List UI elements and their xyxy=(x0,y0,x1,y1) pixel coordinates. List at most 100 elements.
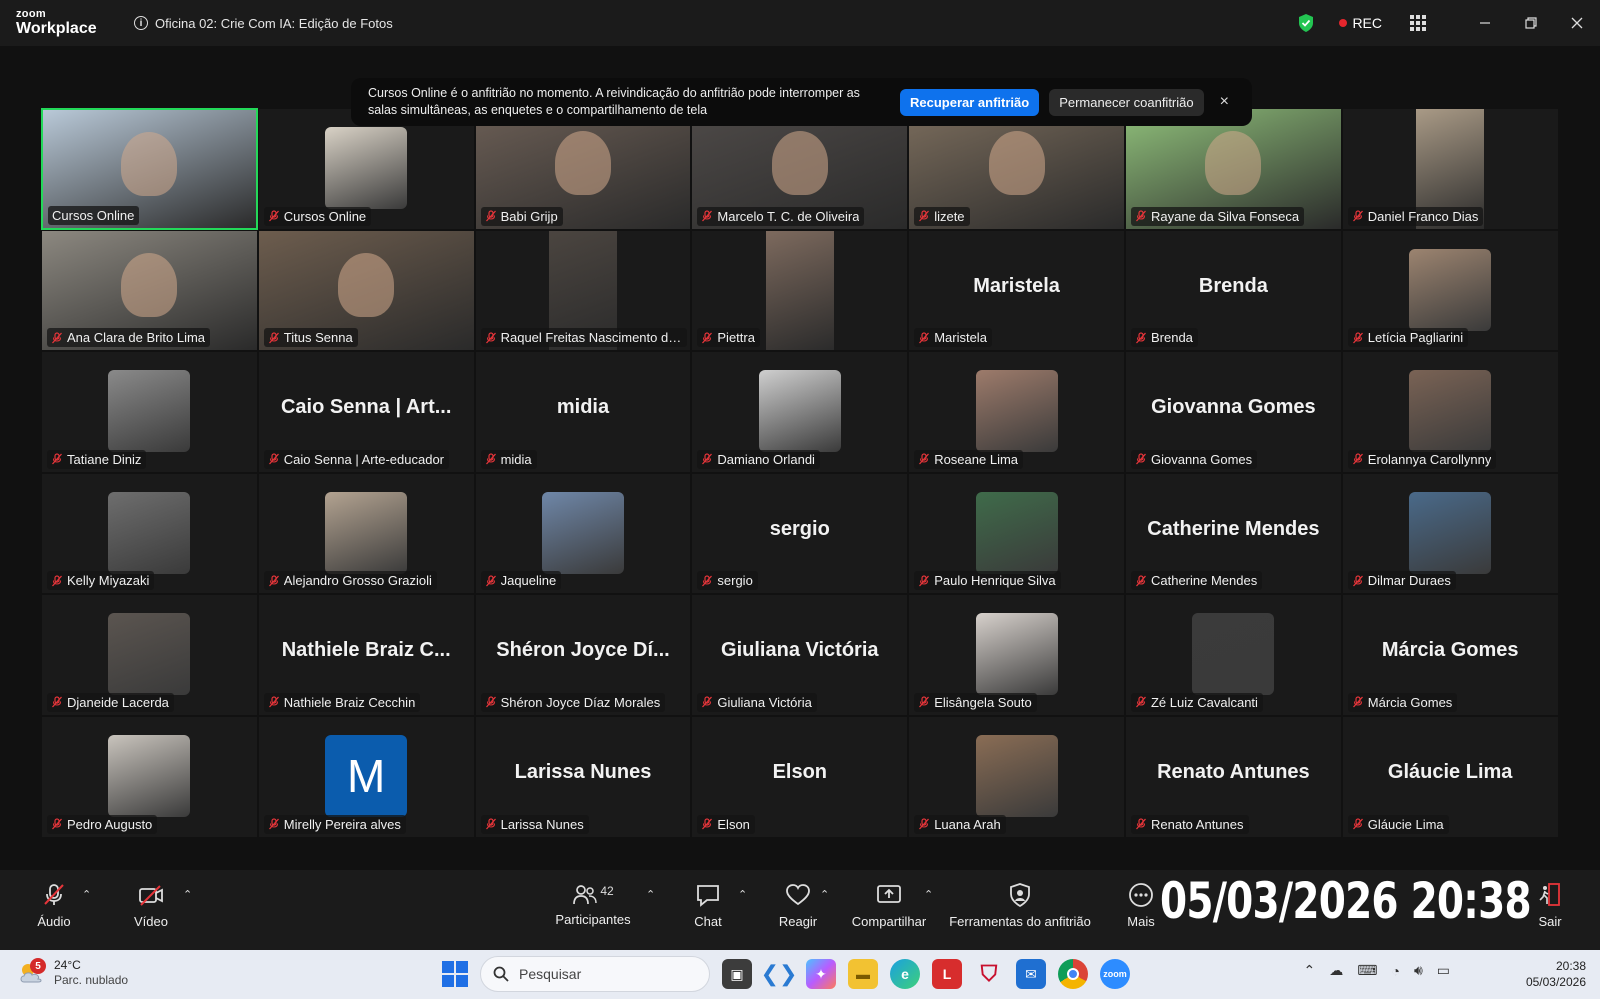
leave-button[interactable]: Sair xyxy=(1532,870,1568,950)
participant-tile[interactable]: Nathiele Braiz C... Nathiele Braiz Cecchi… xyxy=(257,594,475,716)
audio-button[interactable]: Áudio xyxy=(34,870,74,950)
participant-tile[interactable]: Rayane da Silva Fonseca xyxy=(1124,108,1342,230)
apps-grid-icon[interactable] xyxy=(1410,15,1426,31)
participant-tile[interactable]: Catherine Mendes Catherine Mendes xyxy=(1124,472,1342,595)
share-options-chevron-icon[interactable]: ⌃ xyxy=(924,888,933,901)
participant-tile[interactable]: Roseane Lima xyxy=(908,351,1125,473)
react-options-chevron-icon[interactable]: ⌃ xyxy=(820,888,829,901)
participant-tile[interactable]: Titus Senna xyxy=(257,229,475,352)
participant-tile[interactable]: Gláucie Lima Gláucie Lima xyxy=(1341,715,1559,838)
participants-options-chevron-icon[interactable]: ⌃ xyxy=(646,888,655,901)
outlook-icon[interactable]: ✉ xyxy=(1016,959,1046,989)
close-window-button[interactable] xyxy=(1554,0,1600,46)
encryption-shield-icon[interactable] xyxy=(1297,13,1315,33)
participant-tile[interactable]: Maristela Maristela xyxy=(908,229,1125,352)
participant-tile[interactable]: Pedro Augusto xyxy=(41,715,258,838)
participant-tile[interactable]: Giuliana Victória Giuliana Victória xyxy=(691,594,909,716)
mcafee-shield-icon[interactable]: ⛉ xyxy=(974,959,1004,989)
volume-icon[interactable]: 🔊︎ xyxy=(1414,962,1423,979)
participant-name-label: midia xyxy=(480,449,537,469)
wifi-icon[interactable]: ◔ xyxy=(1391,963,1399,979)
language-icon[interactable]: ⌨ xyxy=(1357,962,1377,979)
muted-microphone-icon xyxy=(1136,818,1146,830)
participant-tile[interactable]: lizete xyxy=(908,108,1125,230)
tray-overflow-chevron-icon[interactable]: ⌃ xyxy=(1304,962,1316,979)
more-button[interactable]: Mais xyxy=(1122,870,1160,950)
participant-tile[interactable]: Dilmar Duraes xyxy=(1341,472,1559,595)
participant-tile[interactable]: Tatiane Diniz xyxy=(41,351,258,473)
participant-name: Giuliana Victória xyxy=(717,694,812,710)
participant-tile[interactable]: Elisângela Souto xyxy=(908,594,1125,716)
participant-tile[interactable]: Luana Arah xyxy=(908,715,1125,838)
restore-button[interactable] xyxy=(1508,0,1554,46)
weather-widget[interactable]: 5 24°C Parc. nublado xyxy=(18,958,128,988)
participant-tile[interactable]: sergio sergio xyxy=(691,472,909,595)
participant-tile[interactable]: Brenda Brenda xyxy=(1124,229,1342,352)
participant-tile[interactable]: Caio Senna | Art... Caio Senna | Arte-edu… xyxy=(257,351,475,473)
participant-tile[interactable]: Renato Antunes Renato Antunes xyxy=(1124,715,1342,838)
participant-tile[interactable]: Márcia Gomes Márcia Gomes xyxy=(1341,594,1559,716)
participant-tile[interactable]: Marcelo T. C. de Oliveira xyxy=(691,108,909,230)
chat-options-chevron-icon[interactable]: ⌃ xyxy=(738,888,747,901)
muted-microphone-icon xyxy=(52,818,62,830)
vscode-icon[interactable]: ❮❯ xyxy=(761,959,798,989)
participant-name-label: Luana Arah xyxy=(914,814,1006,834)
participant-tile[interactable]: M Mirelly Pereira alves xyxy=(257,715,475,838)
participant-tile[interactable]: midia midia xyxy=(474,351,692,473)
participant-avatar xyxy=(975,734,1058,817)
meeting-info-button[interactable]: i Oficina 02: Crie Com IA: Edição de Fot… xyxy=(134,16,393,31)
lightshot-icon[interactable]: L xyxy=(932,959,962,989)
participant-name: Márcia Gomes xyxy=(1367,694,1453,710)
stay-cohost-button[interactable]: Permanecer coanfitrião xyxy=(1049,88,1204,116)
onedrive-cloud-icon[interactable]: ☁ xyxy=(1329,962,1343,979)
participant-tile[interactable]: Paulo Henrique Silva xyxy=(908,472,1125,595)
participant-tile[interactable]: Babi Grijp xyxy=(474,108,692,230)
participant-tile[interactable]: Shéron Joyce Dí... Shéron Joyce Díaz Mora… xyxy=(474,594,692,716)
video-options-chevron-icon[interactable]: ⌃ xyxy=(183,888,192,901)
chrome-icon[interactable] xyxy=(1058,959,1088,989)
taskbar-clock[interactable]: 20:38 05/03/2026 xyxy=(1526,958,1586,990)
participant-tile[interactable]: Jaqueline xyxy=(474,472,692,595)
participant-name-label: Renato Antunes xyxy=(1130,814,1249,834)
host-tools-button[interactable]: Ferramentas do anfitrião xyxy=(948,870,1092,950)
windows-start-icon[interactable] xyxy=(442,961,468,987)
participant-avatar xyxy=(108,370,191,453)
participant-tile[interactable]: Alejandro Grosso Grazioli xyxy=(257,472,475,595)
participant-tile[interactable]: Giovanna Gomes Giovanna Gomes xyxy=(1124,351,1342,473)
participant-tile[interactable]: Erolannya Carollynny xyxy=(1341,351,1559,473)
minimize-button[interactable] xyxy=(1462,0,1508,46)
participant-tile[interactable]: Kelly Miyazaki xyxy=(41,472,258,595)
recording-indicator[interactable]: REC xyxy=(1339,15,1382,31)
participant-tile[interactable]: Letícia Pagliarini xyxy=(1341,229,1559,352)
react-button[interactable]: Reagir xyxy=(776,870,820,950)
video-button[interactable]: Vídeo xyxy=(130,870,172,950)
participant-tile[interactable]: Djaneide Lacerda xyxy=(41,594,258,716)
participant-tile[interactable]: Piettra xyxy=(691,229,909,352)
zoom-taskbar-icon[interactable]: zoom xyxy=(1100,959,1130,989)
participant-tile[interactable]: Damiano Orlandi xyxy=(691,351,909,473)
participant-name: Giovanna Gomes xyxy=(1150,451,1253,467)
muted-microphone-icon xyxy=(702,818,713,830)
participant-tile[interactable]: Cursos Online xyxy=(41,108,258,230)
participant-tile[interactable]: Daniel Franco Dias xyxy=(1341,108,1559,230)
participant-tile[interactable]: Ana Clara de Brito Lima xyxy=(41,229,258,352)
share-button[interactable]: Compartilhar xyxy=(850,870,928,950)
audio-options-chevron-icon[interactable]: ⌃ xyxy=(82,888,91,901)
task-view-icon[interactable]: ▣ xyxy=(722,959,752,989)
participant-tile[interactable]: Larissa Nunes Larissa Nunes xyxy=(474,715,692,838)
participant-tile[interactable]: Raquel Freitas Nascimento dos ... xyxy=(474,229,692,352)
chat-button[interactable]: Chat xyxy=(690,870,726,950)
participant-tile[interactable]: Zé Luiz Cavalcanti xyxy=(1124,594,1342,716)
participant-name: Paulo Henrique Silva xyxy=(934,573,1056,589)
copilot-icon[interactable]: ✦ xyxy=(806,959,836,989)
taskbar-search-box[interactable]: Pesquisar xyxy=(480,956,710,992)
participants-button[interactable]: 42 Participantes xyxy=(552,870,634,950)
participant-name: Gláucie Lima xyxy=(1367,816,1444,832)
battery-icon[interactable]: ▭ xyxy=(1437,962,1450,979)
reclaim-host-button[interactable]: Recuperar anfitrião xyxy=(900,88,1040,116)
file-explorer-icon[interactable]: ▬ xyxy=(848,959,878,989)
edge-icon[interactable]: e xyxy=(890,959,920,989)
close-icon[interactable]: × xyxy=(1220,93,1229,111)
participant-tile[interactable]: Elson Elson xyxy=(691,715,909,838)
participant-tile[interactable]: Cursos Online xyxy=(257,108,475,230)
